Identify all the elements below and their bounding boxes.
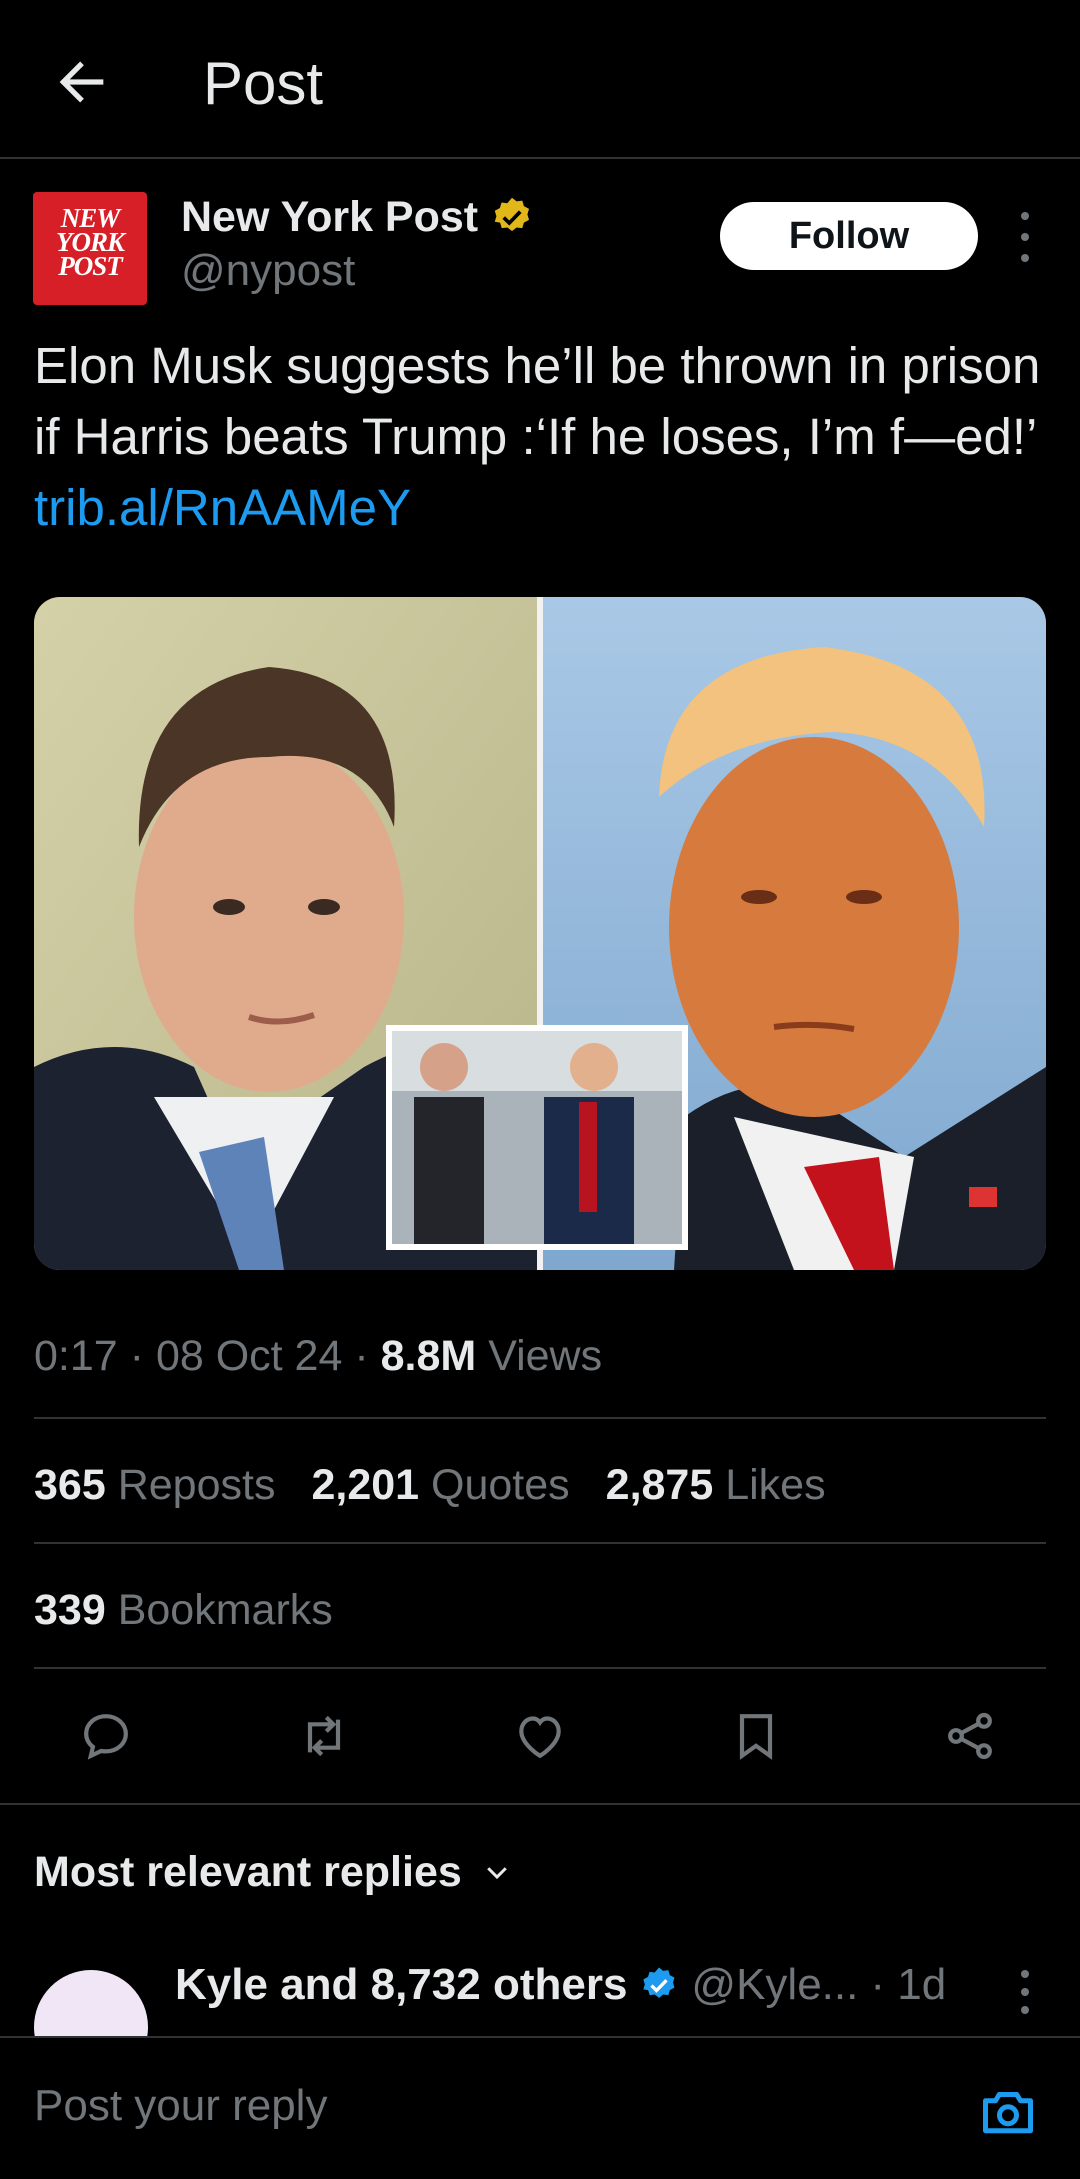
- bookmark-icon[interactable]: [720, 1700, 792, 1772]
- reply-icon[interactable]: [70, 1700, 142, 1772]
- quotes-stat[interactable]: 2,201 Quotes: [311, 1455, 569, 1515]
- reply-time: · 1d: [870, 1960, 947, 2009]
- share-icon[interactable]: [934, 1700, 1006, 1772]
- likes-stat[interactable]: 2,875 Likes: [606, 1455, 826, 1515]
- reposts-stat[interactable]: 365 Reposts: [34, 1455, 275, 1515]
- reply-composer: [0, 2036, 1080, 2179]
- divider: [34, 1417, 1046, 1419]
- post-image-illustration: [34, 597, 1046, 1270]
- post-date: 08 Oct 24: [155, 1332, 343, 1380]
- page-title: Post: [203, 50, 324, 117]
- replies-sort-label: Most relevant replies: [34, 1848, 462, 1896]
- post-body: Elon Musk suggests he’ll be thrown in pr…: [34, 337, 1041, 465]
- verified-gold-badge-icon: [494, 197, 530, 232]
- reply-author-handle[interactable]: @Kyle...: [691, 1960, 858, 2010]
- post-meta: 0:17 · 08 Oct 24 · 8.8M Views: [34, 1332, 603, 1380]
- views-label: Views: [488, 1332, 603, 1380]
- chevron-down-icon: [486, 1867, 507, 1880]
- more-options-icon[interactable]: [1010, 212, 1040, 262]
- divider: [34, 1667, 1046, 1669]
- repost-icon[interactable]: [288, 1700, 360, 1772]
- divider: [34, 1542, 1046, 1544]
- reply-item[interactable]: Kyle and 8,732 others @Kyle... · 1d: [0, 1940, 1080, 2036]
- author-handle[interactable]: @nypost: [181, 246, 355, 296]
- back-arrow-icon[interactable]: [50, 50, 114, 114]
- section-divider: [0, 1803, 1080, 1805]
- post-link[interactable]: trib.al/RnAAMeY: [34, 479, 411, 536]
- views-count: 8.8M: [380, 1332, 477, 1380]
- reply-input[interactable]: [34, 2074, 934, 2138]
- camera-icon[interactable]: [978, 2082, 1038, 2142]
- author-avatar[interactable]: NEW YORK POST: [33, 192, 147, 305]
- reply-header: Kyle and 8,732 others @Kyle... · 1d: [175, 1960, 946, 2010]
- follow-button[interactable]: Follow: [720, 202, 978, 270]
- post-time: 0:17: [34, 1332, 118, 1380]
- reply-avatar[interactable]: [34, 1970, 148, 2036]
- action-bar: [0, 1700, 1080, 1772]
- top-bar: Post: [0, 0, 1080, 159]
- reply-more-icon[interactable]: [1012, 1970, 1038, 2014]
- bookmarks-stat[interactable]: 339 Bookmarks: [34, 1580, 333, 1640]
- like-icon[interactable]: [504, 1700, 576, 1772]
- reply-author-name[interactable]: Kyle and 8,732 others: [175, 1960, 627, 2010]
- post-image[interactable]: [34, 597, 1046, 1270]
- nypost-logo: NEW YORK POST: [55, 203, 125, 281]
- post-text: Elon Musk suggests he’ll be thrown in pr…: [34, 330, 1044, 543]
- engagement-stats: 365 Reposts 2,201 Quotes 2,875 Likes: [34, 1455, 826, 1515]
- author-name[interactable]: New York Post: [181, 193, 478, 242]
- replies-sort-dropdown[interactable]: Most relevant replies: [34, 1842, 512, 1902]
- verified-blue-badge-icon: [643, 1967, 675, 1998]
- author-name-row[interactable]: New York Post: [181, 190, 534, 244]
